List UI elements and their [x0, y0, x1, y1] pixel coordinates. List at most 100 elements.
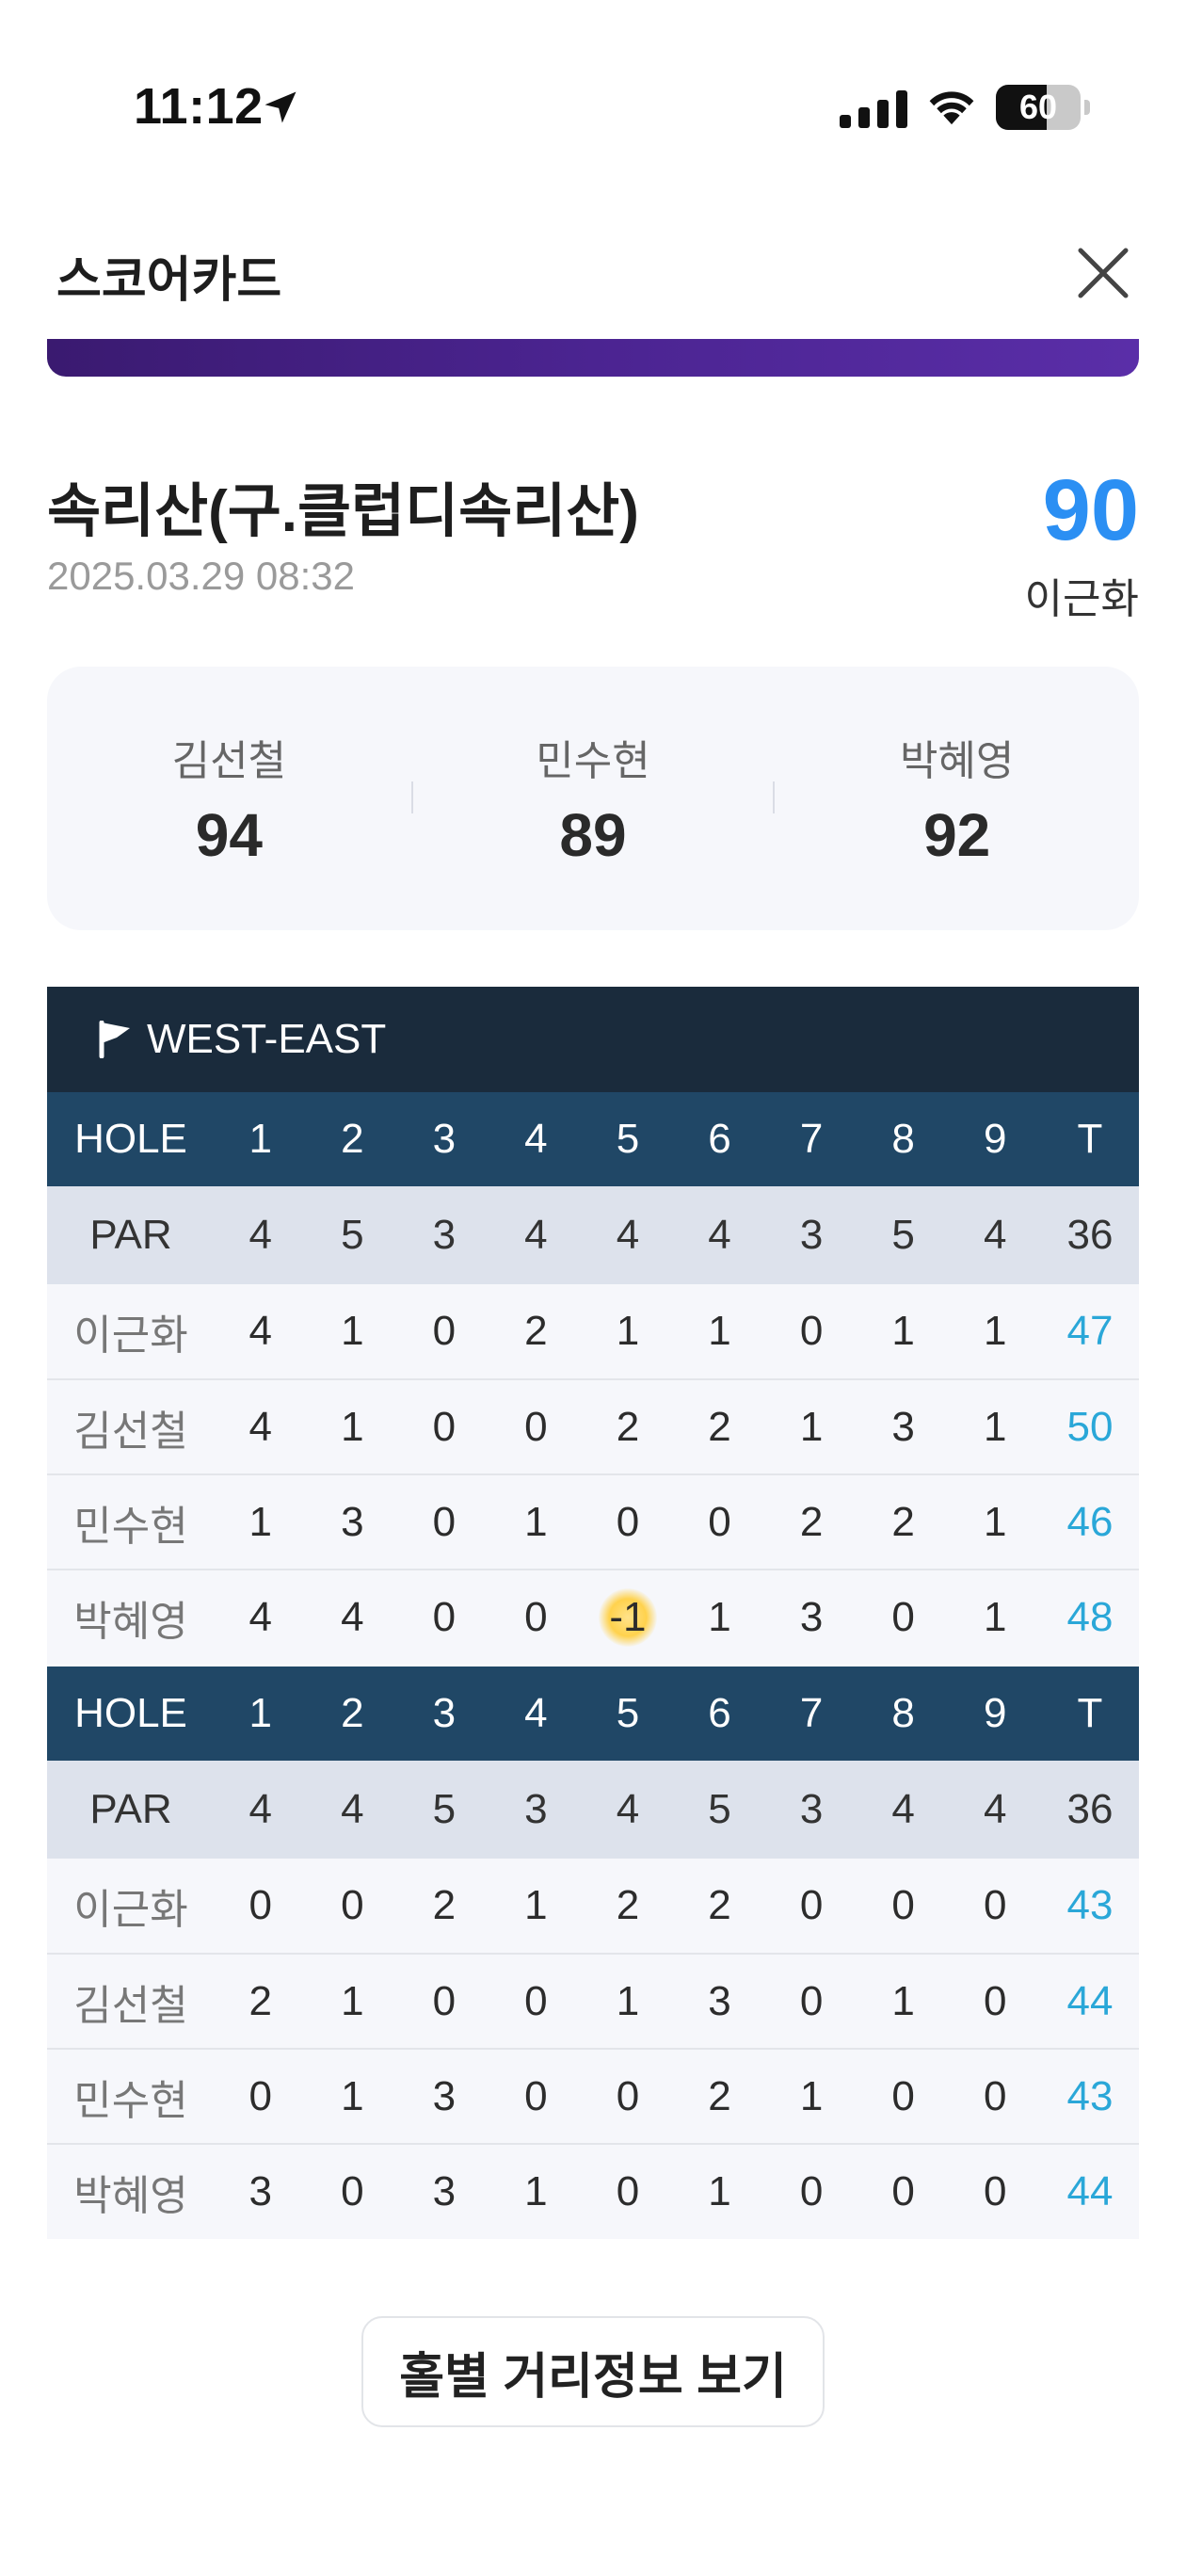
summary-player-score: 92 [923, 801, 991, 869]
summary-player-score: 89 [559, 801, 627, 869]
summary-divider [410, 781, 413, 813]
score-cell: 1 [489, 1474, 583, 1570]
scorecard-table-back: HOLE 1 2 3 4 5 6 7 8 9 T PAR 4 4 5 3 4 5 3 4 4 36 이근화 0 0 2 1 2 2 0 0 0… [47, 1666, 1139, 2239]
highlight-badge: -1 [609, 1594, 646, 1641]
par-cell: 3 [765, 1186, 857, 1284]
player-name-cell: 박혜영 [47, 2144, 215, 2239]
score-cell: 1 [949, 1474, 1041, 1570]
score-cell: 0 [489, 1570, 583, 1665]
player-total-cell: 47 [1041, 1284, 1139, 1380]
score-cell: 0 [489, 1379, 583, 1475]
summary-player: 김선철 94 [47, 667, 411, 930]
my-total-score: 90 [1042, 462, 1139, 558]
player-name-cell: 김선철 [47, 1379, 215, 1475]
score-cell: 4 [215, 1570, 307, 1665]
par-row: PAR 4 5 3 4 4 4 3 5 4 36 [47, 1186, 1139, 1284]
score-cell: 0 [215, 1859, 307, 1955]
scorecard-table-front: HOLE 1 2 3 4 5 6 7 8 9 T PAR 4 5 3 4 4 4 3 5 4 36 이근화 4 1 0 2 1 1 0 1 1… [47, 1092, 1139, 1665]
score-cell: 0 [489, 1954, 583, 2050]
hole-number-cell: 2 [306, 1666, 399, 1761]
course-banner [47, 339, 1139, 377]
score-cell: 0 [857, 2049, 950, 2145]
hole-number-cell: 9 [949, 1666, 1041, 1761]
score-cell: 0 [857, 2144, 950, 2239]
score-cell: 2 [398, 1859, 490, 1955]
par-cell: 5 [398, 1761, 490, 1859]
score-cell: 2 [215, 1954, 307, 2050]
hole-number-row: HOLE 1 2 3 4 5 6 7 8 9 T [47, 1092, 1139, 1186]
player-total-cell: 50 [1041, 1379, 1139, 1475]
par-row: PAR 4 4 5 3 4 5 3 4 4 36 [47, 1761, 1139, 1859]
par-cell: 4 [489, 1186, 583, 1284]
score-cell: 1 [673, 1570, 766, 1665]
par-cell: 36 [1041, 1761, 1139, 1859]
my-player-name: 이근화 [1024, 576, 1139, 622]
score-cell: 2 [582, 1859, 674, 1955]
player-name-cell: 이근화 [47, 1859, 215, 1955]
player-score-row: 박혜영 4 4 0 0 -1 1 3 0 1 48 [47, 1570, 1139, 1665]
page-title: 스코어카드 [56, 253, 282, 308]
summary-player: 박혜영 92 [775, 667, 1139, 930]
score-cell: 4 [306, 1570, 399, 1665]
hole-number-row: HOLE 1 2 3 4 5 6 7 8 9 T [47, 1666, 1139, 1761]
score-cell: 0 [306, 2144, 399, 2239]
hole-number-cell: 7 [765, 1666, 857, 1761]
summary-player: 민수현 89 [410, 667, 776, 930]
course-route-label: WEST-EAST [147, 1016, 387, 1062]
score-cell: 0 [857, 1570, 950, 1665]
par-cell: 5 [857, 1186, 950, 1284]
player-name-cell: 민수현 [47, 2049, 215, 2145]
score-cell: 0 [215, 2049, 307, 2145]
wifi-icon [929, 91, 974, 125]
player-score-row: 김선철 4 1 0 0 2 2 1 3 1 50 [47, 1379, 1139, 1475]
flag-icon [99, 1021, 130, 1058]
score-cell: 0 [306, 1859, 399, 1955]
summary-player-score: 94 [195, 801, 263, 869]
player-total-cell: 44 [1041, 2144, 1139, 2239]
score-cell: 0 [857, 1859, 950, 1955]
score-cell: 2 [489, 1284, 583, 1380]
status-bar: 11:12 60 [0, 0, 1186, 188]
score-value: -1 [609, 1594, 647, 1640]
score-cell: 1 [489, 2144, 583, 2239]
hole-number-cell: 4 [489, 1666, 583, 1761]
player-score-row: 김선철 2 1 0 0 1 3 0 1 0 44 [47, 1954, 1139, 2050]
score-cell: 1 [673, 1284, 766, 1380]
score-cell: 4 [215, 1379, 307, 1475]
player-name-cell: 이근화 [47, 1284, 215, 1380]
hole-distance-button[interactable]: 홀별 거리정보 보기 [361, 2316, 825, 2427]
summary-player-name: 김선철 [171, 738, 287, 784]
player-name-cell: 박혜영 [47, 1570, 215, 1665]
hole-row-label: HOLE [47, 1092, 215, 1186]
summary-player-name: 민수현 [536, 738, 650, 784]
par-row-label: PAR [47, 1186, 215, 1284]
score-cell: 1 [489, 1859, 583, 1955]
score-cell: 1 [949, 1284, 1041, 1380]
summary-player-name: 박혜영 [899, 738, 1015, 784]
hole-number-cell: 1 [215, 1666, 307, 1761]
par-cell: 3 [398, 1186, 490, 1284]
score-cell: 3 [398, 2144, 490, 2239]
score-cell: 1 [582, 1284, 674, 1380]
hole-number-cell: 4 [489, 1092, 583, 1186]
close-icon[interactable] [1073, 243, 1133, 303]
par-cell: 4 [306, 1761, 399, 1859]
par-cell: 36 [1041, 1186, 1139, 1284]
hole-number-cell: 7 [765, 1092, 857, 1186]
player-total-cell: 43 [1041, 2049, 1139, 2145]
player-name-cell: 민수현 [47, 1474, 215, 1570]
score-cell: 3 [306, 1474, 399, 1570]
score-cell: 0 [398, 1954, 490, 2050]
par-cell: 4 [215, 1186, 307, 1284]
score-cell: 3 [215, 2144, 307, 2239]
score-cell: 1 [857, 1284, 950, 1380]
player-total-cell: 48 [1041, 1570, 1139, 1665]
score-cell: 4 [215, 1284, 307, 1380]
score-cell: 2 [857, 1474, 950, 1570]
par-cell: 5 [306, 1186, 399, 1284]
score-cell: 0 [765, 2144, 857, 2239]
par-cell: 4 [949, 1186, 1041, 1284]
score-cell: 1 [215, 1474, 307, 1570]
score-cell: 3 [857, 1379, 950, 1475]
score-cell: 1 [582, 1954, 674, 2050]
